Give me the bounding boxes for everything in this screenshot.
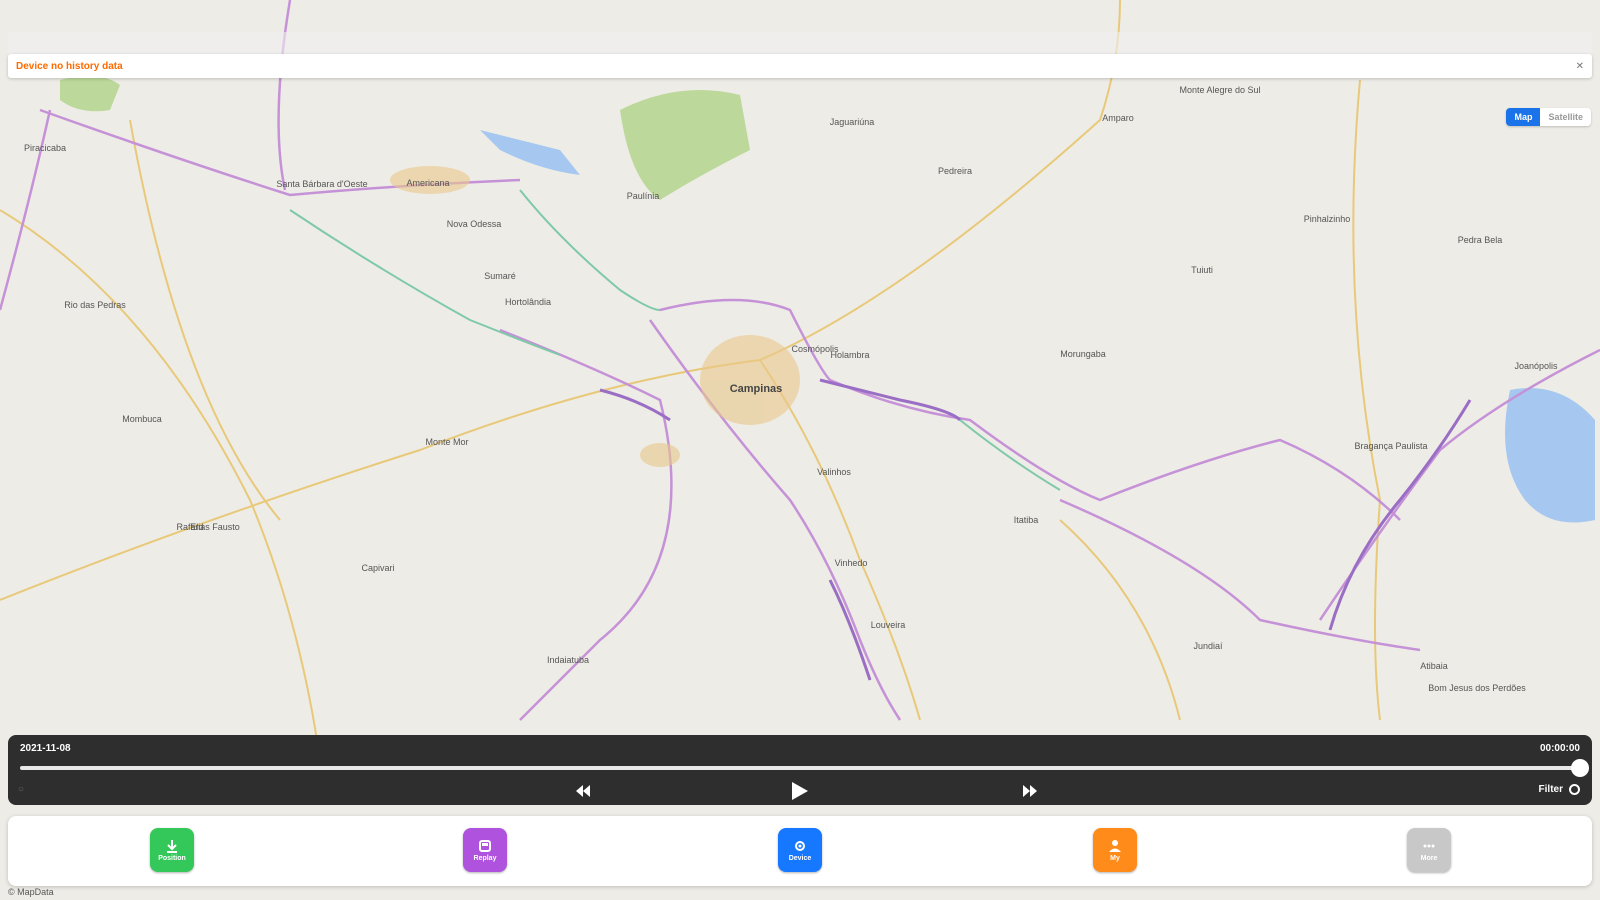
- map-city-label: Mombuca: [122, 414, 162, 424]
- map-button[interactable]: Map: [1506, 108, 1541, 126]
- map-city-label: Piracicaba: [23, 143, 67, 153]
- map-city-label: Hortolândia: [504, 297, 552, 307]
- playback-date: 2021-11-08: [20, 743, 71, 754]
- map-city-label: Capivari: [361, 563, 395, 573]
- filter-button[interactable]: Filter: [1539, 784, 1580, 795]
- filter-icon: [1569, 784, 1580, 795]
- map-city-label: Bom Jesus dos Perdões: [1428, 683, 1526, 693]
- map-city-label: Pinhalzinho: [1303, 214, 1351, 224]
- map-city-label: Rafard: [176, 522, 204, 532]
- map-city-label: Cosmópolis: [791, 344, 839, 354]
- map-city-label: Morungaba: [1060, 349, 1106, 359]
- replay-icon: [479, 839, 491, 852]
- map-city-label: Louveira: [870, 620, 906, 630]
- map-city-label: Joanópolis: [1514, 361, 1558, 371]
- map-city-label: Monte Alegre do Sul: [1179, 85, 1261, 95]
- playback-time: 00:00:00: [1539, 743, 1580, 754]
- map-city-label: Jundiaí: [1193, 641, 1223, 651]
- close-icon[interactable]: ✕: [1576, 61, 1584, 72]
- map-city-label: Indaiatuba: [546, 655, 590, 665]
- circle-icon[interactable]: ○: [18, 784, 24, 795]
- map-city-label: Valinhos: [817, 467, 851, 477]
- map-city-label: Monte Mor: [425, 437, 469, 447]
- map-city-label: Campinas: [729, 383, 783, 395]
- more-icon: [1423, 844, 1435, 847]
- dock-item-position[interactable]: Position: [150, 828, 194, 872]
- alert-bar: Device no history data ✕: [8, 54, 1592, 78]
- map-city-label: Bragança Paulista: [1354, 441, 1428, 451]
- dock-item-label: Replay: [473, 854, 497, 862]
- device-icon: [795, 840, 805, 851]
- fast-forward-icon[interactable]: [1020, 781, 1040, 801]
- dock-item-my[interactable]: My: [1093, 828, 1137, 872]
- dock-item-label: My: [1110, 854, 1120, 862]
- map-city-label: Americana: [406, 178, 450, 188]
- dock-item-device[interactable]: Device: [778, 828, 822, 872]
- map-city-label: Sumaré: [484, 271, 516, 281]
- slider-thumb[interactable]: [1571, 759, 1589, 777]
- user-icon: [1109, 839, 1121, 852]
- alert-message: Device no history data: [16, 60, 123, 72]
- map-city-label: Amparo: [1102, 113, 1134, 123]
- map-city-label: Atibaia: [1420, 661, 1448, 671]
- map-city-label: Santa Bárbara d'Oeste: [276, 179, 368, 189]
- map-city-label: Nova Odessa: [446, 219, 502, 229]
- dock-item-replay[interactable]: Replay: [463, 828, 507, 872]
- map-city-label: Pedra Bela: [1457, 235, 1503, 245]
- map-attribution: © MapData: [8, 887, 54, 897]
- top-strip: [8, 32, 1592, 54]
- dock-item-more[interactable]: More: [1407, 828, 1451, 872]
- playback-slider[interactable]: [20, 766, 1580, 770]
- bottom-dock: Position Replay Device My More: [8, 816, 1592, 886]
- map-city-label: Paulínia: [626, 191, 660, 201]
- play-icon[interactable]: [790, 781, 810, 801]
- download-icon: [167, 839, 177, 853]
- map-city-label: Jaguariúna: [829, 117, 875, 127]
- map-city-label: Itatiba: [1013, 515, 1039, 525]
- map-type-toggle[interactable]: Map Satellite: [1506, 108, 1591, 126]
- map-city-label: Rio das Pedras: [64, 300, 126, 310]
- dock-item-label: Position: [158, 854, 186, 862]
- satellite-button[interactable]: Satellite: [1540, 108, 1591, 126]
- playback-panel: 2021-11-08 00:00:00 ○ Filter: [8, 735, 1592, 805]
- map-city-label: Pedreira: [937, 166, 973, 176]
- dock-item-label: More: [1420, 854, 1438, 862]
- map-city-label: Vinhedo: [834, 558, 868, 568]
- dock-item-label: Device: [788, 854, 812, 862]
- rewind-icon[interactable]: [573, 781, 593, 801]
- map-city-label: Tuiuti: [1191, 265, 1213, 275]
- filter-label: Filter: [1538, 784, 1563, 795]
